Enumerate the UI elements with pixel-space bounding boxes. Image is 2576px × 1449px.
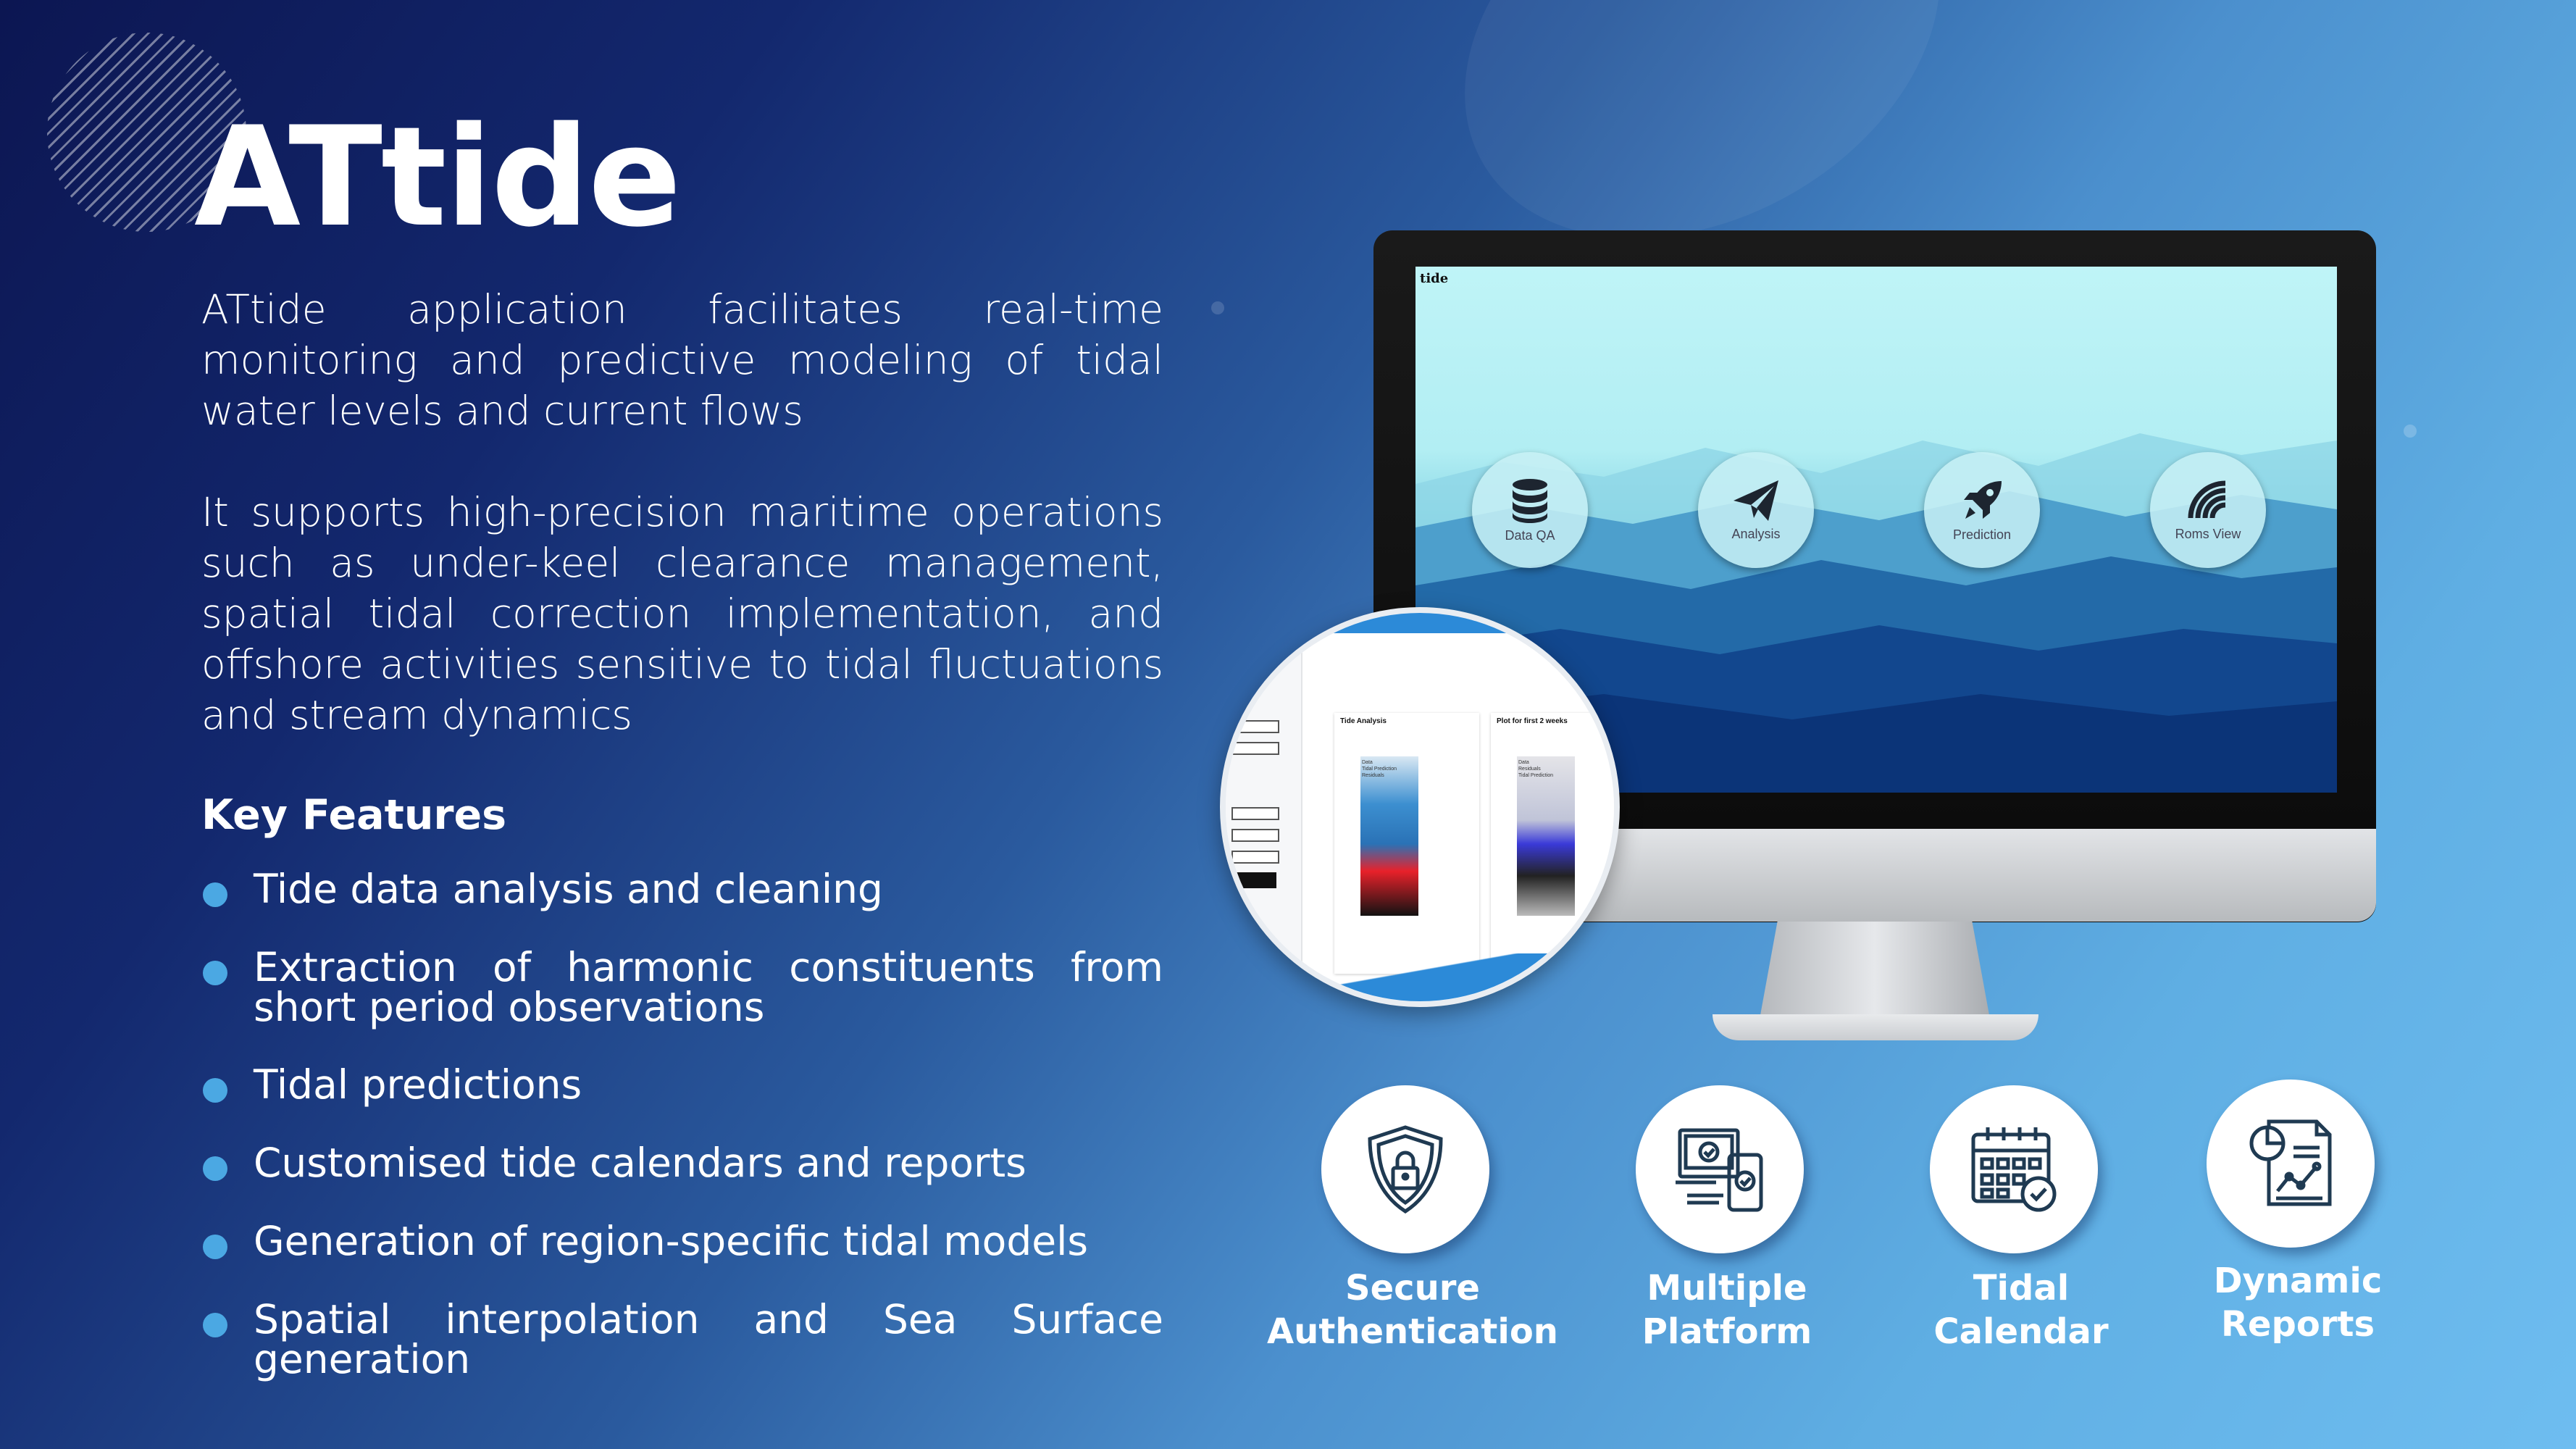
app-header-bar [1226, 613, 1614, 633]
form-input[interactable] [1231, 742, 1279, 755]
feature-item: Tide data analysis and cleaning [201, 869, 1163, 909]
roms-view-label: Roms View [2175, 526, 2241, 541]
roms-view-button[interactable]: Roms View [2150, 452, 2266, 568]
monitor-stand-base [1713, 1014, 2038, 1040]
form-input[interactable] [1231, 807, 1279, 820]
bg-dot [2404, 425, 2417, 438]
feature-item: Tidal predictions [201, 1065, 1163, 1105]
dynamic-reports-badge [2207, 1080, 2375, 1248]
tidal-calendar-label: Tidal Calendar [1933, 1268, 2109, 1352]
devices-icon [1676, 1128, 1763, 1212]
secure-authentication-badge [1321, 1085, 1489, 1253]
analysis-button[interactable]: Analysis [1698, 452, 1814, 568]
plot-legend: Data Tidal Prediction Residuals [1362, 760, 1397, 778]
bullet-icon [203, 961, 227, 985]
shield-lock-icon [1368, 1125, 1443, 1214]
data-qa-button[interactable]: Data QA [1472, 452, 1588, 568]
bullet-icon [203, 1313, 227, 1337]
calendar-check-icon [1971, 1127, 2057, 1212]
intro-paragraph: ATtide application facilitates real-time… [201, 286, 1163, 434]
bullet-icon [203, 1156, 227, 1181]
plot-legend: Data Residuals Tidal Prediction [1518, 760, 1553, 778]
tidal-calendar-badge [1930, 1085, 2098, 1253]
prediction-label: Prediction [1952, 527, 2012, 542]
multiple-platform-label: Multiple Platform [1642, 1268, 1812, 1352]
tide-analysis-title: Tide Analysis [1340, 717, 1387, 725]
signal-icon [2188, 480, 2226, 518]
analysis-label: Analysis [1731, 526, 1781, 541]
form-input[interactable] [1231, 829, 1279, 842]
tide-analysis-plot [1360, 756, 1418, 916]
tide-analysis-panel: Tide Analysis Data Tidal Prediction Residu… [1334, 713, 1479, 974]
feature-item: Spatial interpolation and Sea Surface ge… [201, 1300, 1163, 1379]
report-chart-icon [2249, 1119, 2332, 1206]
paper-plane-icon [1734, 480, 1778, 521]
first-two-weeks-title: Plot for first 2 weeks [1497, 717, 1568, 725]
bullet-icon [203, 1235, 227, 1259]
first-two-weeks-panel: Plot for first 2 weeks Data Residuals Tida… [1491, 713, 1614, 974]
support-paragraph: It supports high-precision maritime oper… [201, 489, 1163, 738]
feature-item: Generation of region-specific tidal mode… [201, 1222, 1163, 1261]
secure-authentication-label: Secure Authentication [1267, 1268, 1558, 1352]
submit-button[interactable] [1231, 872, 1276, 888]
dynamic-reports-label: Dynamic Reports [2213, 1261, 2383, 1345]
magnified-screenshot: Tide Analysis Data Tidal Prediction Residu… [1220, 607, 1620, 1007]
form-input[interactable] [1231, 720, 1279, 733]
prediction-button[interactable]: Prediction [1924, 452, 2040, 568]
side-form-panel [1226, 633, 1302, 1001]
bullet-icon [203, 1078, 227, 1103]
bg-dot [1211, 301, 1224, 314]
two-weeks-plot [1517, 756, 1575, 916]
footer-wave [1226, 953, 1614, 1001]
bullet-icon [203, 882, 227, 907]
page-title: ATtide [194, 97, 682, 257]
database-icon [1513, 478, 1547, 523]
feature-item: Extraction of harmonic constituents from… [201, 948, 1163, 1027]
key-features-heading: Key Features [201, 791, 507, 839]
feature-item: Customised tide calendars and reports [201, 1143, 1163, 1183]
rocket-icon [1964, 480, 2002, 519]
monitor-stand [1759, 922, 1991, 1023]
multiple-platform-badge [1636, 1085, 1804, 1253]
data-qa-label: Data QA [1505, 527, 1555, 543]
form-input[interactable] [1231, 851, 1279, 864]
